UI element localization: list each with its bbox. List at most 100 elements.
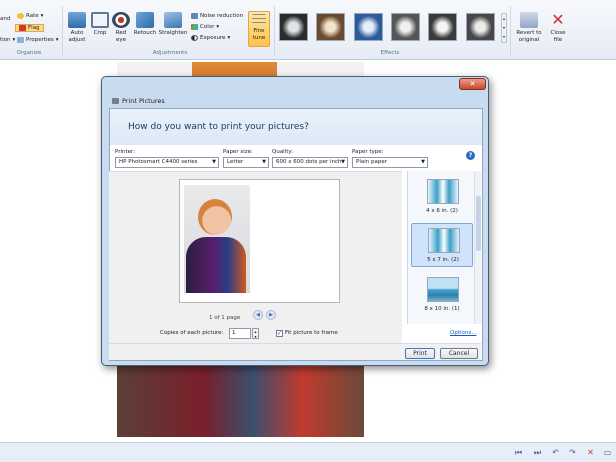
dialog-title: Print Pictures bbox=[112, 97, 165, 105]
red-eye-label: Red eye bbox=[115, 30, 127, 43]
fine-tune-button[interactable]: Fine tune bbox=[248, 11, 270, 47]
layout-thumb bbox=[427, 277, 459, 302]
status-bar: ⏮ ⏭ ↶ ↷ ✕ ▭ bbox=[0, 442, 616, 462]
print-dialog: ✕ Print Pictures How do you want to prin… bbox=[101, 76, 489, 366]
preview-area: 1 of 1 page ◀ ▶ bbox=[109, 171, 402, 343]
next-icon[interactable]: ⏭ bbox=[532, 447, 543, 458]
auto-adjust-icon bbox=[68, 12, 86, 28]
auto-adjust-button[interactable]: Auto adjust bbox=[66, 12, 88, 43]
color-button[interactable]: Color ▾ bbox=[191, 24, 219, 30]
cancel-button[interactable]: Cancel bbox=[440, 348, 478, 359]
scrollbar-thumb[interactable] bbox=[476, 196, 481, 251]
organize-partial-top-label: and bbox=[0, 16, 11, 22]
crop-icon bbox=[91, 12, 109, 28]
organize-partial-bottom-label: tion bbox=[0, 37, 11, 43]
close-icon: ✕ bbox=[469, 80, 476, 88]
effects-gallery-scroll[interactable]: ▴ ▾ ▾ bbox=[501, 13, 507, 43]
layout-item-5x7[interactable]: 5 x 7 in. (2) bbox=[411, 223, 473, 267]
fit-to-frame-label: Fit picture to frame bbox=[285, 330, 338, 336]
options-link[interactable]: Options... bbox=[450, 330, 476, 336]
properties-button[interactable]: Properties ▾ bbox=[17, 37, 59, 43]
effects-group-label: Effects bbox=[380, 50, 400, 56]
properties-icon bbox=[17, 37, 24, 43]
red-eye-icon bbox=[112, 12, 130, 28]
organize-partial-top: and bbox=[0, 16, 10, 22]
retouch-icon bbox=[136, 12, 154, 28]
crop-button[interactable]: Crop bbox=[91, 12, 109, 37]
delete-icon[interactable]: ✕ bbox=[585, 447, 596, 458]
exposure-label: Exposure bbox=[200, 35, 226, 41]
page-count: 1 of 1 page bbox=[209, 315, 241, 321]
layout-label: 5 x 7 in. (2) bbox=[427, 257, 459, 263]
next-page-button[interactable]: ▶ bbox=[266, 310, 276, 320]
effect-thumbnail-6[interactable] bbox=[466, 13, 495, 41]
layout-label: 4 x 6 in. (2) bbox=[426, 208, 458, 214]
flag-icon bbox=[19, 25, 26, 31]
layout-label: 8 x 10 in. (1) bbox=[424, 306, 460, 312]
dialog-title-text: Print Pictures bbox=[122, 97, 165, 105]
organize-partial-bottom: tion ▾ bbox=[0, 37, 16, 43]
red-eye-button[interactable]: Red eye bbox=[112, 12, 130, 43]
layout-item-8x10[interactable]: 8 x 10 in. (1) bbox=[411, 273, 473, 317]
ribbon: and tion ▾ Rate ▾ Flag Properties ▾ Organiz… bbox=[0, 0, 616, 60]
rotate-right-icon[interactable]: ↷ bbox=[567, 447, 578, 458]
straighten-button[interactable]: Straighten bbox=[158, 12, 188, 37]
organize-group-label: Organize bbox=[16, 50, 42, 56]
preview-photo bbox=[184, 185, 250, 293]
first-icon[interactable]: ⏮ bbox=[513, 447, 524, 458]
layout-thumb bbox=[428, 228, 460, 253]
straighten-icon bbox=[164, 12, 182, 28]
effect-thumbnail-2[interactable] bbox=[316, 13, 345, 41]
fit-to-frame-checkbox[interactable]: ✓ bbox=[276, 330, 283, 337]
photo-bottom-fragment bbox=[117, 362, 364, 437]
divider bbox=[510, 6, 511, 56]
adjustments-group-label: Adjustments bbox=[152, 50, 188, 56]
effect-thumbnail-5[interactable] bbox=[428, 13, 457, 41]
close-file-icon: ✕ bbox=[551, 9, 565, 29]
copies-label: Copies of each picture: bbox=[160, 330, 224, 336]
noise-reduction-label: Noise reduction bbox=[200, 13, 244, 19]
dialog-content-layer: 1 of 1 page ◀ ▶ 4 x 6 in. (2) 5 x 7 in. … bbox=[109, 108, 483, 361]
effect-thumbnail-3[interactable] bbox=[354, 13, 383, 41]
flag-label: Flag bbox=[28, 25, 40, 31]
copies-input[interactable]: 1 bbox=[229, 328, 251, 339]
layout-scrollbar[interactable] bbox=[474, 171, 481, 324]
layout-thumb bbox=[427, 179, 459, 204]
fine-tune-icon bbox=[252, 14, 266, 26]
divider bbox=[62, 6, 63, 56]
properties-label: Properties bbox=[26, 37, 54, 43]
layout-panel: 4 x 6 in. (2) 5 x 7 in. (2) 8 x 10 in. (… bbox=[407, 171, 481, 324]
copies-stepper[interactable]: ▴ ▾ bbox=[252, 328, 259, 339]
star-icon bbox=[17, 13, 24, 19]
effect-thumbnail-4[interactable] bbox=[391, 13, 420, 41]
previous-page-button[interactable]: ◀ bbox=[253, 310, 263, 320]
layout-item-4x6[interactable]: 4 x 6 in. (2) bbox=[411, 175, 473, 219]
revert-label: Revert to original bbox=[516, 30, 542, 43]
kid-head bbox=[198, 199, 232, 235]
color-icon bbox=[191, 24, 198, 30]
revert-icon bbox=[520, 12, 538, 28]
retouch-label: Retouch bbox=[133, 30, 157, 36]
fine-tune-label: Fine tune bbox=[252, 28, 266, 41]
straighten-label: Straighten bbox=[158, 30, 188, 36]
noise-reduction-icon bbox=[191, 13, 198, 19]
rate-button[interactable]: Rate ▾ bbox=[17, 13, 43, 19]
slideshow-icon[interactable]: ▭ bbox=[602, 447, 613, 458]
rate-label: Rate bbox=[26, 13, 39, 19]
kid-shirt bbox=[186, 237, 246, 293]
retouch-button[interactable]: Retouch bbox=[133, 12, 157, 37]
close-file-button[interactable]: ✕ Close file bbox=[547, 9, 569, 43]
printer-icon bbox=[112, 98, 119, 104]
print-button[interactable]: Print bbox=[405, 348, 435, 359]
effect-thumbnail-1[interactable] bbox=[279, 13, 308, 41]
close-button[interactable]: ✕ bbox=[459, 78, 486, 90]
rotate-left-icon[interactable]: ↶ bbox=[550, 447, 561, 458]
exposure-button[interactable]: Exposure ▾ bbox=[191, 35, 230, 41]
noise-reduction-button[interactable]: Noise reduction bbox=[191, 13, 243, 19]
divider bbox=[274, 6, 275, 56]
flag-button[interactable]: Flag bbox=[15, 24, 44, 32]
revert-button[interactable]: Revert to original bbox=[514, 12, 544, 43]
auto-adjust-label: Auto adjust bbox=[68, 30, 86, 43]
color-label: Color bbox=[200, 24, 215, 30]
preview-page bbox=[179, 179, 340, 303]
